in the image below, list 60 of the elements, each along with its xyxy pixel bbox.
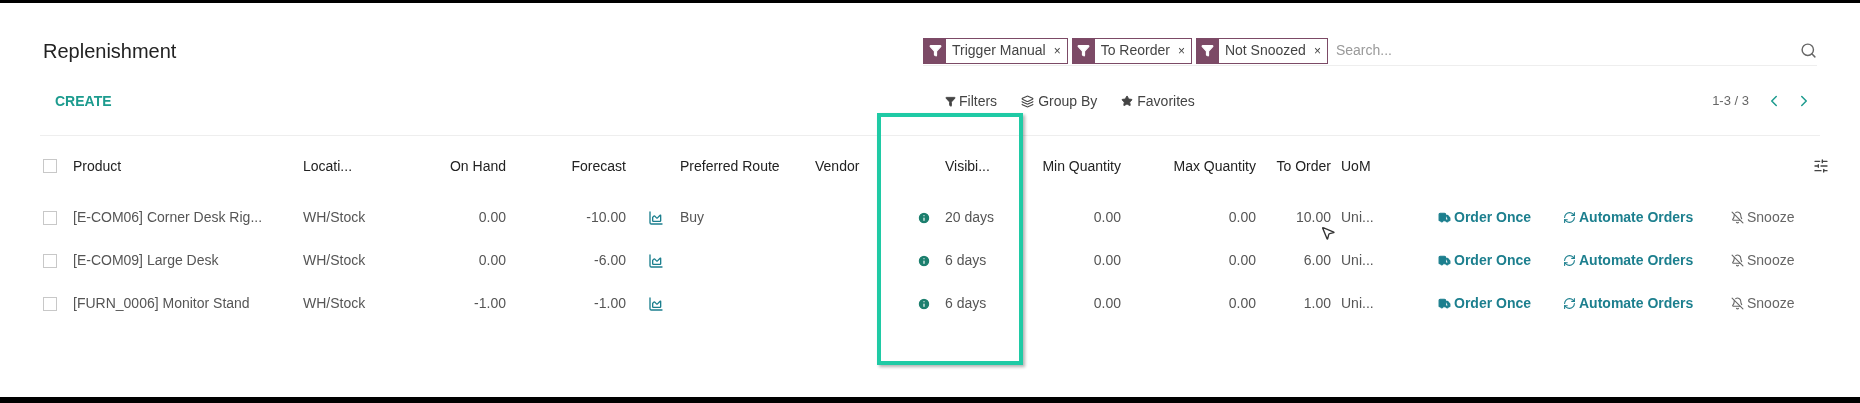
filter-facet[interactable]: To Reorder × (1071, 37, 1192, 64)
group-by-button[interactable]: Group By (1021, 90, 1098, 112)
table-cell: Buy (680, 209, 705, 225)
table-cell: 0.00 (1093, 295, 1121, 311)
table-cell: [FURN_0006] Monitor Stand (73, 295, 250, 311)
filters-button[interactable]: Filters (945, 90, 998, 112)
column-header[interactable]: UoM (1333, 155, 1438, 177)
column-header[interactable]: Product (73, 155, 303, 177)
table-cell: Uni... (1341, 295, 1374, 311)
column-header[interactable]: To Order (1258, 155, 1333, 177)
automate-orders-button[interactable]: Automate Orders (1563, 250, 1731, 271)
column-header[interactable]: Vendor (815, 155, 905, 177)
remove-icon[interactable]: × (1169, 41, 1185, 60)
table-cell: Uni... (1341, 252, 1374, 268)
table-cell: WH/Stock (303, 252, 366, 268)
table-cell: 0.00 (1093, 252, 1121, 268)
remove-icon[interactable]: × (1305, 41, 1321, 60)
favorites-button[interactable]: Favorites (1121, 90, 1195, 112)
table-cell: [E-COM09] Large Desk (73, 252, 219, 268)
table-cell: Uni... (1341, 209, 1374, 225)
table-cell: -1.00 (474, 295, 506, 311)
table-cell: 6 days (945, 295, 987, 311)
table-cell: 0.00 (1228, 209, 1256, 225)
table-cell: 1.00 (1303, 295, 1331, 311)
table-cell: 20 days (945, 209, 995, 225)
order-once-button[interactable]: Order Once (1438, 207, 1563, 228)
column-header[interactable]: Visibi... (905, 155, 1025, 177)
column-header[interactable]: Preferred Route (628, 155, 815, 177)
table-cell: 0.00 (478, 252, 506, 268)
search-field[interactable]: Search... (1331, 40, 1796, 61)
table-cell: 0.00 (1228, 252, 1256, 268)
table-cell: 10.00 (1295, 209, 1331, 225)
remove-icon[interactable]: × (1045, 41, 1061, 60)
table-cell: -10.00 (586, 209, 626, 225)
table-cell: -1.00 (594, 295, 626, 311)
filter-facet[interactable]: Not Snoozed × (1195, 37, 1328, 64)
order-once-button[interactable]: Order Once (1438, 250, 1563, 271)
table-cell: [E-COM06] Corner Desk Rig... (73, 209, 263, 225)
order-once-button[interactable]: Order Once (1438, 293, 1563, 314)
table-cell: -6.00 (594, 252, 626, 268)
snooze-button[interactable]: Snooze (1731, 293, 1811, 314)
table-cell: WH/Stock (303, 209, 366, 225)
table-cell: WH/Stock (303, 295, 366, 311)
snooze-button[interactable]: Snooze (1731, 207, 1811, 228)
filter-facet[interactable]: Trigger Manual × (923, 37, 1068, 64)
table-cell: 0.00 (1093, 209, 1121, 225)
column-header[interactable]: On Hand (393, 155, 508, 177)
table-cell: 0.00 (1228, 295, 1256, 311)
automate-orders-button[interactable]: Automate Orders (1563, 293, 1731, 314)
pager: 1-3 / 3 (1712, 92, 1749, 111)
column-header[interactable]: Locati... (303, 155, 393, 177)
table-cell: 6 days (945, 252, 987, 268)
table-cell: 6.00 (1303, 252, 1331, 268)
table-cell: 0.00 (478, 209, 506, 225)
page-title: Replenishment (43, 39, 178, 64)
column-header[interactable]: Min Quantity (1025, 155, 1123, 177)
column-header[interactable]: Forecast (508, 155, 628, 177)
column-header[interactable]: Max Quantity (1123, 155, 1258, 177)
automate-orders-button[interactable]: Automate Orders (1563, 207, 1731, 228)
snooze-button[interactable]: Snooze (1731, 250, 1811, 271)
